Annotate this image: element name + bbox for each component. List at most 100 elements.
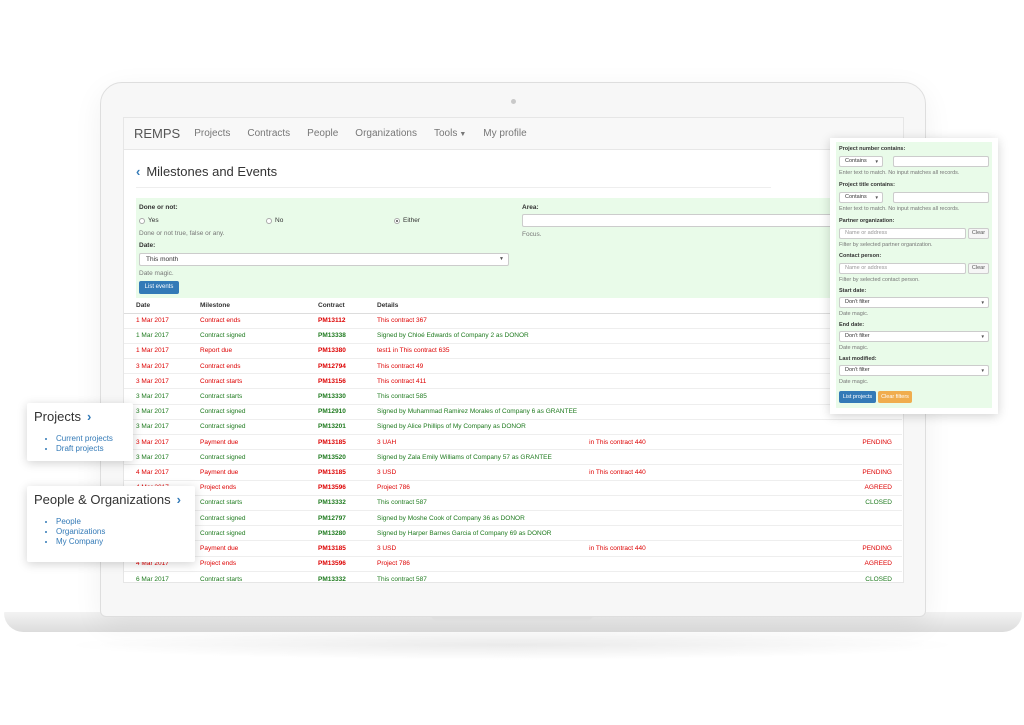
contact-help: Filter by selected contact person. [839,277,920,283]
link-people[interactable]: People [56,517,195,527]
cell-contract[interactable]: PM13185 [306,540,365,556]
cell-milestone: Project ends [188,479,306,496]
table-row[interactable]: 1 Mar 2017 Contract signed PM13338 Signed b… [124,327,902,344]
projects-card-title[interactable]: Projects › [34,409,133,424]
projects-card-title-text: Projects [34,409,81,424]
radio-no-label: No [275,217,284,224]
dropdown-arrow-icon: ▼ [874,195,879,200]
column-header-details[interactable]: Details [365,298,578,314]
nav-projects[interactable]: Projects [194,128,230,139]
table-row[interactable]: 3 Mar 2017 Contract signed PM13520 Signed b… [124,449,902,465]
cell-contract[interactable]: PM13156 [306,373,365,389]
laptop-screen: REMPS Projects Contracts People Organiza… [123,117,904,583]
table-row[interactable]: 4 Mar 2017Contract signedPM12797Signed b… [124,509,902,526]
page-title: Milestones and Events [146,164,278,179]
list-events-button[interactable]: List events [139,281,179,294]
radio-yes[interactable]: Yes [139,217,159,224]
nav-organizations[interactable]: Organizations [355,128,417,139]
contact-clear-button[interactable]: Clear [968,263,989,274]
start-date-select[interactable]: Don't filter ▼ [839,297,989,308]
cell-date: 3 Mar 2017 [124,388,188,405]
table-row[interactable]: 1 Mar 2017 Contract ends PM13112 This contr… [124,312,902,329]
nav-contracts[interactable]: Contracts [247,128,290,139]
table-row[interactable]: 4 Mar 2017Project endsPM13596Project 786… [124,479,902,496]
cell-contract[interactable]: PM13112 [306,312,365,329]
cell-contract[interactable]: PM13185 [306,464,365,481]
link-draft-projects[interactable]: Draft projects [56,444,133,454]
radio-either[interactable]: Either [394,217,420,224]
cell-contract[interactable]: PM13332 [306,570,365,582]
cell-extra [577,509,763,526]
end-date-help: Date magic. [839,345,869,351]
link-my-company[interactable]: My Company [56,537,195,547]
end-date-select[interactable]: Don't filter ▼ [839,331,989,342]
cell-contract[interactable]: PM12794 [306,358,365,374]
nav-tools[interactable]: Tools ▼ [434,128,466,139]
cell-milestone: Contract signed [188,327,306,344]
nav-people[interactable]: People [307,128,338,139]
cell-contract[interactable]: PM13596 [306,479,365,496]
people-links: People Organizations My Company [34,517,195,547]
page-header: ‹ Milestones and Events [136,164,771,188]
table-row[interactable]: 3 Mar 2017 Contract starts PM13156 This con… [124,373,902,389]
list-projects-button[interactable]: List projects [839,391,876,403]
cell-contract[interactable]: PM13520 [306,449,365,465]
done-label: Done or not: [139,204,178,211]
last-modified-help: Date magic. [839,379,869,385]
cell-contract[interactable]: PM13338 [306,327,365,344]
cell-contract[interactable]: PM13280 [306,525,365,541]
table-row[interactable]: 4 Mar 2017Contract startsPM13332This con… [124,494,902,511]
people-card-title[interactable]: People & Organizations › [34,492,195,507]
cell-milestone: Payment due [188,464,306,481]
table-row[interactable]: 3 Mar 2017 Contract signed PM12910 Signed b… [124,403,902,420]
table-row[interactable]: 3 Mar 2017 Payment due PM13185 3 UAH in This… [124,433,902,450]
clear-filters-button[interactable]: Clear filters [878,391,912,403]
table-row[interactable]: 4 Mar 2017Payment duePM131853 USDin This… [124,464,902,481]
table-row[interactable]: 3 Mar 2017 Contract signed PM13201 Signed b… [124,418,902,435]
partner-clear-button[interactable]: Clear [968,228,989,239]
table-row[interactable]: 3 Mar 2017 Contract starts PM13330 This con… [124,388,902,405]
cell-contract[interactable]: PM13185 [306,433,365,450]
table-row[interactable]: 4 Mar 2017Contract signedPM13280Signed b… [124,525,902,541]
project-title-input[interactable] [893,192,989,203]
partner-input[interactable]: Name or address [839,228,966,239]
caret-down-icon: ▼ [459,131,467,138]
date-select[interactable]: This month ▼ [139,253,509,266]
contact-input[interactable]: Name or address [839,263,966,274]
table-row[interactable]: 6 Mar 2017 Contract starts PM13332 This con… [124,570,902,582]
cell-date: 1 Mar 2017 [124,327,188,344]
cell-details: This contract 587 [365,494,578,511]
project-title-mode-select[interactable]: Contains ▼ [839,192,883,203]
cell-contract[interactable]: PM12797 [306,509,365,526]
back-chevron-icon[interactable]: ‹ [136,164,140,179]
table-row[interactable]: 4 Mar 2017Payment duePM131853 USDin This… [124,540,902,556]
radio-no[interactable]: No [266,217,283,224]
radio-either-label: Either [403,217,420,224]
nav-my-profile[interactable]: My profile [483,128,526,139]
cell-contract[interactable]: PM13380 [306,342,365,359]
cell-contract[interactable]: PM13330 [306,388,365,405]
cell-details: This contract 411 [365,373,578,389]
project-number-mode-select[interactable]: Contains ▼ [839,156,883,167]
cell-date: 3 Mar 2017 [124,358,188,374]
radio-yes-label: Yes [148,217,159,224]
cell-contract[interactable]: PM12910 [306,403,365,420]
project-number-input[interactable] [893,156,989,167]
last-modified-select[interactable]: Don't filter ▼ [839,365,989,376]
table-row[interactable]: 3 Mar 2017 Contract ends PM12794 This contr… [124,358,902,374]
cell-milestone: Contract signed [188,449,306,465]
cell-contract[interactable]: PM13201 [306,418,365,435]
cell-contract[interactable]: PM13332 [306,494,365,511]
cell-extra: in This contract 440 [577,464,763,481]
brand-logo[interactable]: REMPS [134,126,180,141]
table-row[interactable]: 1 Mar 2017 Report due PM13380 test1 in This… [124,342,902,359]
link-current-projects[interactable]: Current projects [56,434,133,444]
table-row[interactable]: 4 Mar 2017Project endsPM13596Project 786… [124,555,902,572]
cell-contract[interactable]: PM13596 [306,555,365,572]
link-organizations[interactable]: Organizations [56,527,195,537]
cell-milestone: Contract starts [188,373,306,389]
cell-status [762,418,902,435]
column-header-date[interactable]: Date [124,298,188,314]
column-header-contract[interactable]: Contract [306,298,365,314]
column-header-milestone[interactable]: Milestone [188,298,306,314]
